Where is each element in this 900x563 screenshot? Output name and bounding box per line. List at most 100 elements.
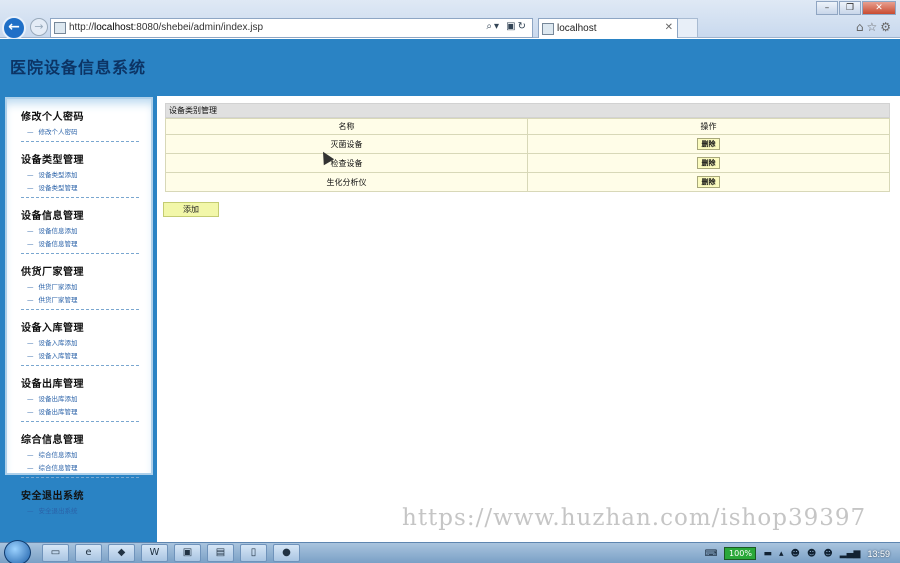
forward-button[interactable]: →: [30, 18, 48, 36]
delete-button[interactable]: 删除: [697, 176, 720, 188]
menu-item-device-info-add[interactable]: 设备信息添加: [21, 225, 139, 238]
favorites-star-icon[interactable]: ☆: [866, 20, 880, 34]
table-row: 检查设备 删除: [165, 153, 890, 173]
address-bar[interactable]: http://localhost:8080/shebei/admin/index…: [50, 18, 533, 38]
row-action-cell: 删除: [527, 172, 890, 192]
tab-close-icon[interactable]: ✕: [665, 22, 673, 33]
folder-icon[interactable]: ▭: [42, 544, 69, 562]
menu-item-general-info-manage[interactable]: 综合信息管理: [21, 462, 139, 475]
tab-title: localhost: [557, 23, 597, 34]
column-header-name: 名称: [165, 118, 528, 135]
new-tab-button[interactable]: [678, 18, 698, 38]
close-icon[interactable]: ✕: [862, 1, 896, 15]
toolbox-icon[interactable]: ▣: [174, 544, 201, 562]
ie-icon[interactable]: e: [75, 544, 102, 562]
table-row: 生化分析仪 删除: [165, 172, 890, 192]
keyboard-icon[interactable]: ⌨: [704, 549, 717, 559]
qq-icon[interactable]: ☻: [791, 549, 800, 559]
table-row: 灭菌设备 删除: [165, 134, 890, 154]
menu-item-stock-in-add[interactable]: 设备入库添加: [21, 337, 139, 350]
menu-group-title: 综合信息管理: [21, 435, 84, 446]
notepad-icon[interactable]: ▯: [240, 544, 267, 562]
app2-icon[interactable]: ●: [273, 544, 300, 562]
gear-icon[interactable]: ⚙: [880, 20, 894, 34]
browser-chrome: – ❐ ✕ ← → http://localhost:8080/shebei/a…: [0, 0, 900, 40]
browser-tab[interactable]: localhost ✕: [538, 18, 678, 38]
menu-group-stock-out: 设备出库管理 设备出库添加 设备出库管理: [21, 366, 139, 422]
menu-group-device-info: 设备信息管理 设备信息添加 设备信息管理: [21, 198, 139, 254]
url-path: :8080/shebei/admin/index.jsp: [133, 22, 264, 33]
row-action-cell: 删除: [527, 153, 890, 173]
delete-button[interactable]: 删除: [697, 138, 720, 150]
signal-icon[interactable]: ▂▄▆: [840, 549, 861, 559]
menu-item-stock-in-manage[interactable]: 设备入库管理: [21, 350, 139, 363]
clock[interactable]: 13:59: [867, 549, 890, 559]
system-tray: ⌨ 100% ▬ ▴ ☻ ☻ ☻ ▂▄▆ 13:59: [704, 543, 900, 563]
category-panel: 设备类别管理 名称 操作 灭菌设备 删除 检查设备 删除 生化分析仪 删除: [165, 103, 890, 192]
site-title: 医院设备信息系统: [10, 58, 147, 77]
restore-icon[interactable]: ❐: [839, 1, 861, 15]
column-header-action: 操作: [527, 118, 890, 135]
main-content: 设备类别管理 名称 操作 灭菌设备 删除 检查设备 删除 生化分析仪 删除 添加: [157, 96, 900, 542]
menu-item-device-info-manage[interactable]: 设备信息管理: [21, 238, 139, 251]
add-button[interactable]: 添加: [163, 202, 219, 217]
menu-item-stock-out-manage[interactable]: 设备出库管理: [21, 406, 139, 419]
tray-expand-icon[interactable]: ▴: [779, 549, 784, 559]
menu-item-stock-out-add[interactable]: 设备出库添加: [21, 393, 139, 406]
refresh-icon[interactable]: ↻: [518, 21, 528, 32]
power-icon[interactable]: ▬: [763, 549, 772, 559]
delete-button[interactable]: 删除: [697, 157, 720, 169]
menu-item-general-info-add[interactable]: 综合信息添加: [21, 449, 139, 462]
menu-item-device-type-manage[interactable]: 设备类型管理: [21, 182, 139, 195]
home-icon[interactable]: ⌂: [856, 20, 867, 34]
menu-group-title: 供货厂家管理: [21, 267, 84, 278]
menu-group-general-info: 综合信息管理 综合信息添加 综合信息管理: [21, 422, 139, 478]
battery-indicator[interactable]: 100%: [724, 547, 757, 560]
taskbar: ▭ e ◆ W ▣ ▤ ▯ ● ⌨ 100% ▬ ▴ ☻ ☻ ☻ ▂▄▆ 13:…: [0, 540, 900, 563]
menu-group-logout: 安全退出系统 安全退出系统: [21, 478, 139, 520]
menu-item-supplier-add[interactable]: 供货厂家添加: [21, 281, 139, 294]
menu-group-title: 设备出库管理: [21, 379, 84, 390]
word-icon[interactable]: W: [141, 544, 168, 562]
url-text[interactable]: http://localhost:8080/shebei/admin/index…: [69, 22, 263, 33]
row-name: 检查设备: [165, 153, 528, 173]
address-tools[interactable]: ⌕▾ ▣↻: [486, 21, 528, 32]
page-header: 医院设备信息系统: [0, 39, 900, 96]
qq-icon[interactable]: ☻: [807, 549, 816, 559]
category-table: 名称 操作 灭菌设备 删除 检查设备 删除 生化分析仪 删除: [165, 118, 890, 192]
menu-group-title: 设备信息管理: [21, 211, 84, 222]
menu-group-title: 设备类型管理: [21, 155, 84, 166]
menu-group-title: 设备入库管理: [21, 323, 84, 334]
menu-group-device-type: 设备类型管理 设备类型添加 设备类型管理: [21, 142, 139, 198]
table-header-row: 名称 操作: [165, 118, 890, 135]
menu-item-supplier-manage[interactable]: 供货厂家管理: [21, 294, 139, 307]
qq-icon[interactable]: ☻: [823, 549, 832, 559]
menu-item-device-type-add[interactable]: 设备类型添加: [21, 169, 139, 182]
row-name: 生化分析仪: [165, 172, 528, 192]
watermark: https://www.huzhan.com/ishop39397: [402, 505, 867, 531]
row-name: 灭菌设备: [165, 134, 528, 154]
menu-group-title: 安全退出系统: [21, 491, 84, 502]
tab-page-icon: [542, 23, 554, 35]
app-icon[interactable]: ◆: [108, 544, 135, 562]
menu-group-supplier: 供货厂家管理 供货厂家添加 供货厂家管理: [21, 254, 139, 310]
back-button[interactable]: ←: [2, 16, 26, 40]
compat-icon[interactable]: ▣: [506, 21, 517, 32]
menu-group-password: 修改个人密码 修改个人密码: [21, 99, 139, 142]
page-icon: [54, 22, 66, 34]
menu-item-change-password[interactable]: 修改个人密码: [21, 126, 139, 139]
search-icon[interactable]: ⌕▾: [486, 21, 501, 32]
network-icon[interactable]: ▤: [207, 544, 234, 562]
window-controls: – ❐ ✕: [816, 1, 896, 15]
start-button[interactable]: [4, 540, 31, 563]
row-action-cell: 删除: [527, 134, 890, 154]
browser-tools: ⌂☆⚙: [856, 20, 894, 34]
menu-item-logout[interactable]: 安全退出系统: [21, 505, 139, 518]
menu-group-title: 修改个人密码: [21, 112, 84, 123]
url-prefix: http://: [69, 22, 95, 33]
sidebar-menu: 修改个人密码 修改个人密码 设备类型管理 设备类型添加 设备类型管理 设备信息管…: [5, 97, 153, 515]
panel-title: 设备类别管理: [165, 103, 890, 118]
url-host: localhost: [94, 22, 134, 33]
minimize-icon[interactable]: –: [816, 1, 838, 15]
menu-group-stock-in: 设备入库管理 设备入库添加 设备入库管理: [21, 310, 139, 366]
